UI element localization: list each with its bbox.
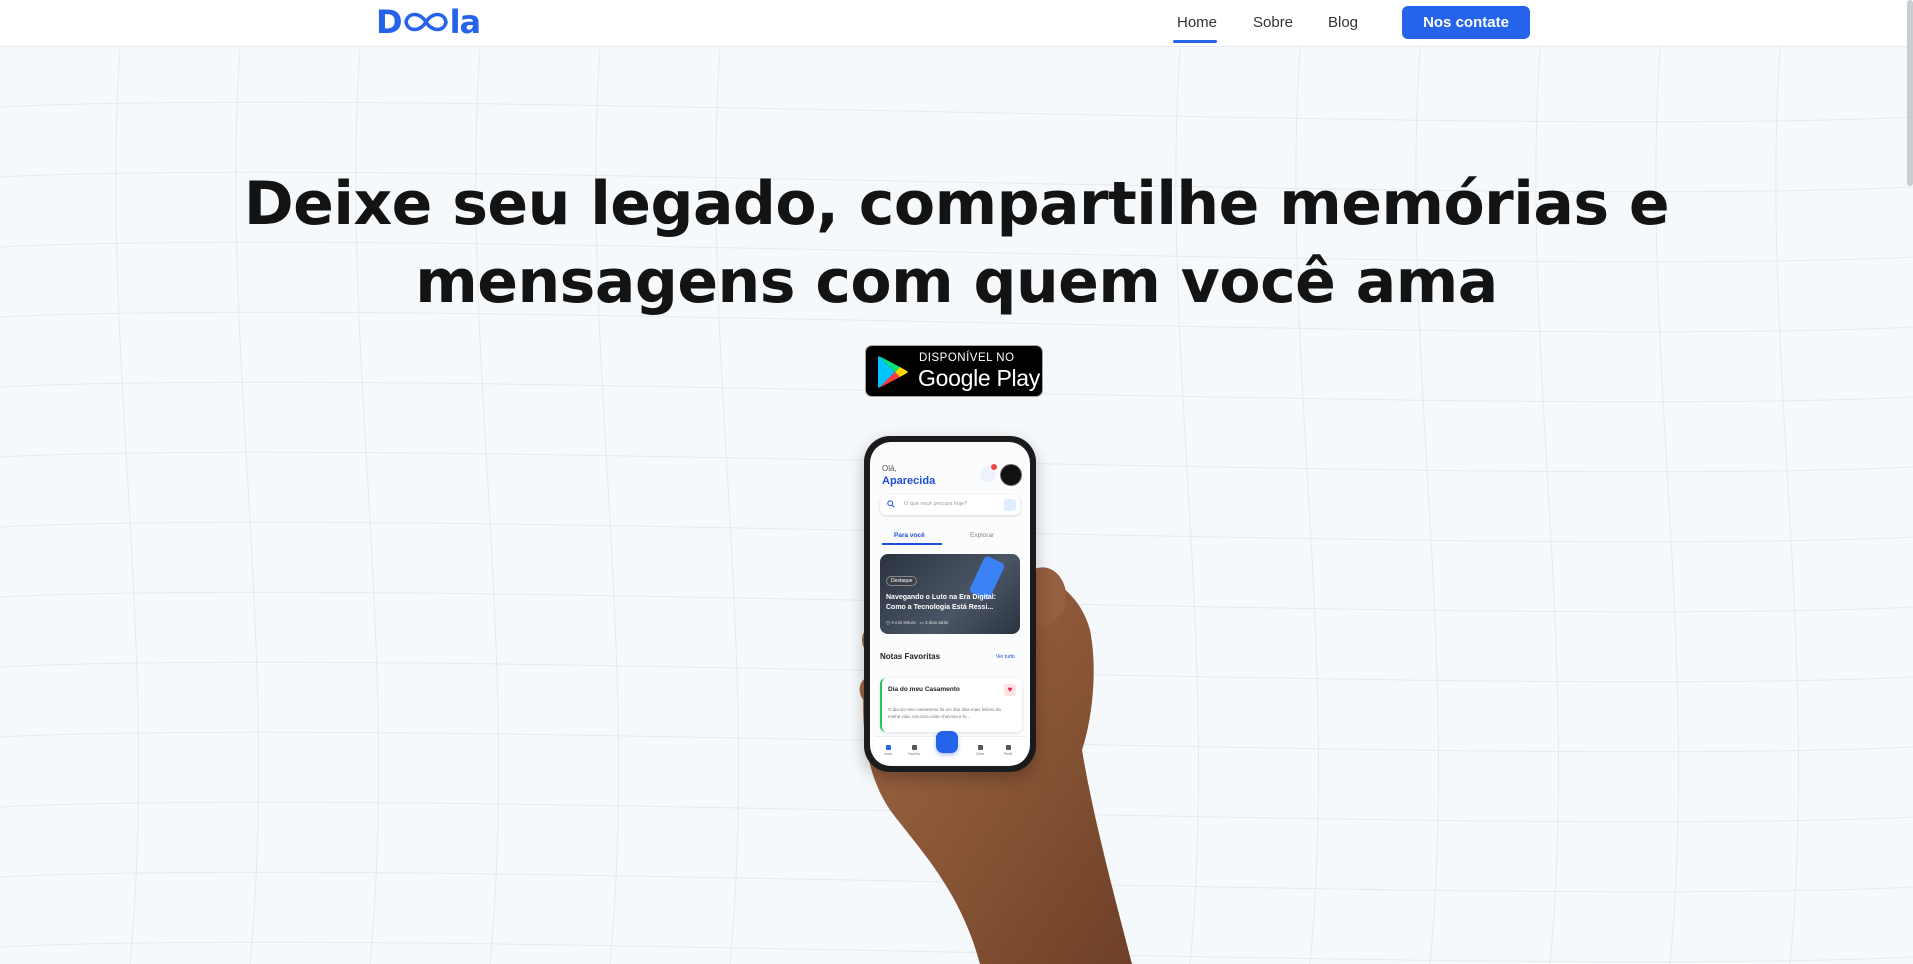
app-search-placeholder: O que você procura hoje? [904, 501, 968, 507]
profile-icon [1005, 745, 1011, 750]
app-nav-profile: Perfil [1000, 745, 1016, 759]
featured-badge: Destaque [886, 576, 918, 586]
logo-prefix: D [376, 3, 403, 41]
app-user-name: Aparecida [882, 475, 936, 487]
featured-meta: ◷ 4 min leitura ▭ 3 dias atrás [886, 620, 948, 626]
nav-link-home[interactable]: Home [1177, 14, 1217, 32]
featured-article-card: Destaque Navegando o Luto na Era Digital… [880, 554, 1020, 634]
store-badge-store-name: Google Play [918, 365, 1040, 391]
app-nav-family-label: Família [908, 752, 920, 756]
heart-icon: ♥ [1004, 684, 1016, 696]
top-navbar: D la Home Sobre Blog Nos contate [0, 0, 1913, 47]
google-play-badge[interactable]: DISPONÍVEL NO Google Play [865, 345, 1043, 397]
nav-active-indicator [1173, 40, 1217, 43]
search-icon [887, 500, 895, 508]
hero-title-line-1: Deixe seu legado, compartilhe memórias e [243, 169, 1670, 239]
store-badge-small-text: DISPONÍVEL NO [919, 352, 1015, 364]
shield-icon [977, 745, 983, 750]
featured-date: 3 dias atrás [924, 620, 949, 625]
app-tab-para-voce: Para você [894, 532, 925, 539]
contact-button[interactable]: Nos contate [1402, 6, 1530, 39]
family-icon [911, 745, 917, 750]
notification-dot [991, 464, 997, 470]
google-play-icon [878, 356, 908, 388]
home-icon [885, 745, 891, 750]
favorite-note-card: Dia do meu Casamento ♥ O dia do meu casa… [880, 678, 1022, 732]
app-bottom-nav: Início Família Cofre Perfil [874, 731, 1026, 765]
app-nav-home: Início [880, 745, 896, 759]
featured-title: Navegando o Luto na Era Digital: Como a … [886, 593, 1016, 613]
infinity-logo-icon [403, 12, 448, 32]
user-avatar [1000, 464, 1022, 486]
app-tab-explorar: Explorar [970, 532, 995, 539]
filter-icon [1004, 499, 1016, 511]
app-nav-vault-label: Cofre [975, 752, 985, 756]
favorites-heading: Notas Favoritas [880, 652, 941, 661]
app-add-note-button [936, 731, 958, 753]
nav-link-blog[interactable]: Blog [1328, 14, 1358, 32]
doola-logo[interactable]: D la [376, 3, 482, 41]
app-nav-vault: Cofre [972, 745, 988, 759]
featured-read-time: 4 min leitura [891, 620, 916, 625]
hero-title: Deixe seu legado, compartilhe memórias e… [0, 165, 1913, 321]
see-all-link: Ver tudo [996, 654, 1015, 660]
nav-link-sobre[interactable]: Sobre [1253, 14, 1293, 32]
phone-screen: Olá, Aparecida O que você procura hoje? … [870, 442, 1030, 766]
phone-mockup: Olá, Aparecida O que você procura hoje? … [864, 436, 1036, 772]
page-scrollbar[interactable] [1907, 0, 1913, 186]
app-tab-indicator [882, 543, 942, 545]
app-nav-family: Família [906, 745, 922, 759]
app-nav-profile-label: Perfil [1004, 752, 1012, 756]
app-greeting: Olá, [882, 464, 897, 473]
app-search-bar: O que você procura hoje? [880, 495, 1020, 515]
featured-title-line-2: Como a Tecnologia Está Ressi... [886, 604, 994, 611]
app-nav-home-label: Início [883, 752, 893, 756]
hero-title-line-2: mensagens com quem você ama [415, 247, 1498, 317]
featured-title-line-1: Navegando o Luto na Era Digital: [886, 594, 997, 601]
note-body: O dia do meu casamento foi um dos dias m… [888, 707, 1001, 719]
logo-suffix: la [449, 3, 482, 41]
note-title: Dia do meu Casamento [888, 686, 960, 693]
